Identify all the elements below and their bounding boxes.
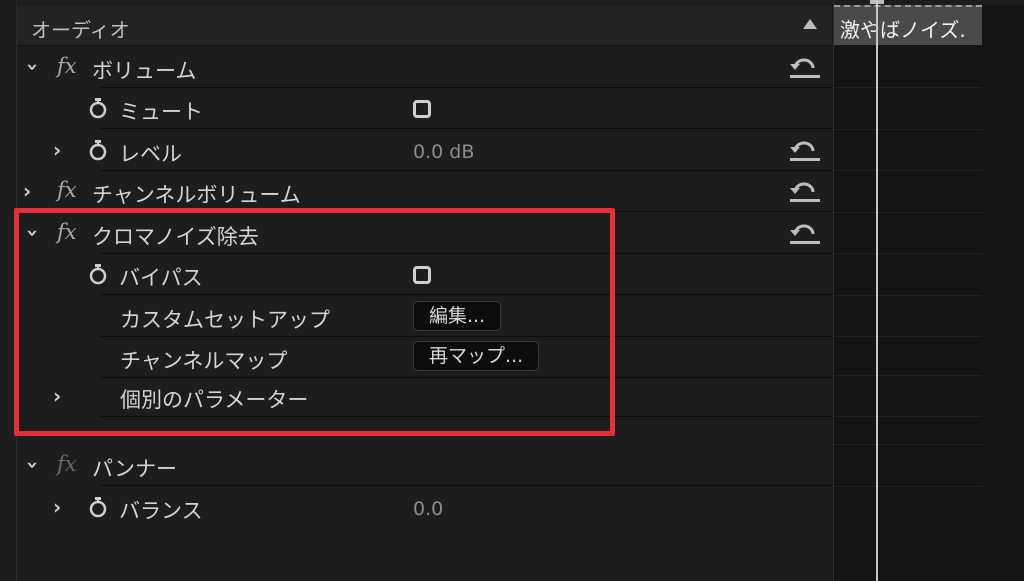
timeline-row-line [834,295,982,296]
effect-name-panner: パンナー [92,457,178,481]
fx-icon[interactable]: fx [57,54,77,78]
param-row-balance[interactable]: › バランス 0.0 [17,487,832,528]
timeline-row-line [834,170,982,171]
effect-name-volume: ボリューム [92,59,197,83]
stopwatch-icon[interactable] [88,97,108,119]
timeline-row-line [834,375,982,376]
playhead[interactable] [876,0,878,581]
audio-section-title: オーディオ [31,18,130,42]
stopwatch-icon[interactable] [88,139,108,161]
reset-icon[interactable] [787,138,823,164]
effect-row-panner[interactable]: › fx パンナー [17,445,832,486]
clip-label: 激やばノイズ. [840,18,966,42]
timeline-row-line [834,129,982,130]
mute-checkbox[interactable] [413,100,431,118]
chevron-down-icon[interactable]: › [21,63,45,71]
param-name-level: レベル [119,142,182,166]
timeline-row-line [834,253,982,254]
effect-row-channel-volume[interactable]: › fx チャンネルボリューム [17,171,832,212]
chevron-right-icon[interactable]: › [53,497,61,517]
reset-icon[interactable] [787,221,823,247]
param-row-level[interactable]: › レベル 0.0 dB [17,130,832,171]
row-divider [101,485,832,486]
reset-icon[interactable] [787,55,823,81]
fx-icon[interactable]: fx [57,178,77,202]
timeline-row-line [834,444,982,445]
param-name-balance: バランス [119,499,203,523]
chevron-down-icon[interactable]: › [21,461,45,469]
timeline-row-line [834,486,982,487]
param-row-mute[interactable]: ミュート [17,88,832,129]
chevron-right-icon[interactable]: › [23,181,31,201]
timeline-row-line [834,336,982,337]
timeline-panel[interactable]: 激やばノイズ. [833,0,1024,581]
param-name-mute: ミュート [119,100,203,124]
reset-icon[interactable] [787,179,823,205]
level-value[interactable]: 0.0 dB [413,141,474,163]
timeline-row-line [834,416,982,417]
timeline-row-line [834,87,982,88]
chevron-right-icon[interactable]: › [53,140,61,160]
audio-clip[interactable]: 激やばノイズ. [834,5,982,45]
balance-value[interactable]: 0.0 [413,498,443,520]
timeline-row-line [834,212,982,213]
row-divider [101,128,832,129]
highlight-annotation-box [14,208,615,436]
stopwatch-icon[interactable] [88,496,108,518]
fx-icon[interactable]: fx [57,452,77,476]
effect-row-volume[interactable]: › fx ボリューム [17,47,832,88]
audio-section-header[interactable]: オーディオ [17,6,832,46]
collapse-triangle-icon[interactable] [803,19,817,29]
effect-name-channel-volume: チャンネルボリューム [92,183,301,207]
